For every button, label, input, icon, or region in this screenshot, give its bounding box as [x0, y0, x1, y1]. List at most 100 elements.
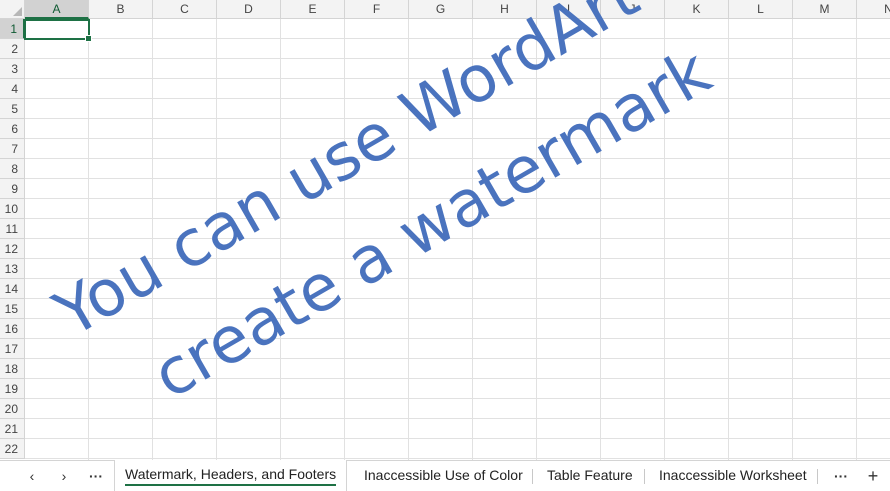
row-gridline: [25, 278, 890, 279]
row-gridline: [25, 438, 890, 439]
column-header-j[interactable]: J: [601, 0, 665, 19]
tab-separator: [532, 469, 533, 484]
column-header-e[interactable]: E: [281, 0, 345, 19]
tab-separator: [644, 469, 645, 484]
plus-icon: +: [867, 466, 879, 486]
row-header-15[interactable]: 15: [0, 299, 25, 319]
column-gridline: [600, 19, 601, 460]
sheet-tab-bar: ‹ › ··· Watermark, Headers, and Footers …: [0, 460, 890, 491]
row-header-5[interactable]: 5: [0, 99, 25, 119]
row-header-18[interactable]: 18: [0, 359, 25, 379]
column-gridline: [472, 19, 473, 460]
row-gridline: [25, 178, 890, 179]
row-gridline: [25, 318, 890, 319]
row-header-14[interactable]: 14: [0, 279, 25, 299]
more-tabs-left-button[interactable]: ···: [84, 465, 108, 487]
row-header-7[interactable]: 7: [0, 139, 25, 159]
row-gridline: [25, 158, 890, 159]
row-header-13[interactable]: 13: [0, 259, 25, 279]
wordart-line-1: You can use WordArt to: [42, 0, 724, 352]
row-header-22[interactable]: 22: [0, 439, 25, 459]
row-gridline: [25, 118, 890, 119]
row-header-8[interactable]: 8: [0, 159, 25, 179]
column-header-f[interactable]: F: [345, 0, 409, 19]
tab-inaccessible-worksheet[interactable]: Inaccessible Worksheet: [649, 461, 817, 491]
tab-label: Inaccessible Worksheet: [659, 467, 807, 483]
row-gridline: [25, 78, 890, 79]
ellipsis-icon: ···: [89, 468, 103, 484]
tab-label: Watermark, Headers, and Footers: [125, 466, 337, 482]
row-header-9[interactable]: 9: [0, 179, 25, 199]
row-header-12[interactable]: 12: [0, 239, 25, 259]
row-gridline: [25, 338, 890, 339]
chevron-left-icon: ‹: [29, 468, 35, 484]
column-gridline: [728, 19, 729, 460]
tab-separator: [817, 469, 818, 484]
column-header-a[interactable]: A: [25, 0, 89, 19]
select-all-triangle-icon: [13, 7, 22, 16]
column-gridline: [536, 19, 537, 460]
row-header-4[interactable]: 4: [0, 79, 25, 99]
column-header-b[interactable]: B: [89, 0, 153, 19]
row-gridline: [25, 38, 890, 39]
column-header-l[interactable]: L: [729, 0, 793, 19]
spreadsheet-grid[interactable]: ABCDEFGHIJKLMN 1 2 3 4 5 6 7 8 9 10 11 12 13 14 15 16 17…: [0, 0, 890, 460]
row-gridline: [25, 358, 890, 359]
column-gridline: [408, 19, 409, 460]
tab-label: Table Feature: [547, 467, 633, 483]
column-gridline: [216, 19, 217, 460]
row-gridline: [25, 98, 890, 99]
column-gridline: [344, 19, 345, 460]
column-header-m[interactable]: M: [793, 0, 857, 19]
row-header-17[interactable]: 17: [0, 339, 25, 359]
row-header-21[interactable]: 21: [0, 419, 25, 439]
row-header-3[interactable]: 3: [0, 59, 25, 79]
tab-watermark-headers-footers[interactable]: Watermark, Headers, and Footers: [114, 460, 348, 491]
row-gridline: [25, 418, 890, 419]
add-sheet-button[interactable]: +: [861, 465, 885, 487]
row-header-11[interactable]: 11: [0, 219, 25, 239]
row-gridline: [25, 218, 890, 219]
column-header-c[interactable]: C: [153, 0, 217, 19]
row-gridline: [25, 398, 890, 399]
row-gridline: [25, 258, 890, 259]
row-header-6[interactable]: 6: [0, 119, 25, 139]
row-header-1[interactable]: 1: [0, 19, 25, 39]
more-tabs-right-button[interactable]: ···: [829, 465, 853, 487]
tab-label: Inaccessible Use of Color: [364, 467, 523, 483]
column-header-d[interactable]: D: [217, 0, 281, 19]
column-header-k[interactable]: K: [665, 0, 729, 19]
scroll-tabs-right-button[interactable]: ›: [52, 465, 76, 487]
column-gridline: [280, 19, 281, 460]
fill-handle[interactable]: [85, 35, 92, 42]
row-header-16[interactable]: 16: [0, 319, 25, 339]
row-gridline: [25, 458, 890, 459]
selected-cell-a1[interactable]: [24, 19, 92, 42]
scroll-tabs-left-button[interactable]: ‹: [20, 465, 44, 487]
row-gridline: [25, 298, 890, 299]
row-header-2[interactable]: 2: [0, 39, 25, 59]
column-header-h[interactable]: H: [473, 0, 537, 19]
wordart-watermark: You can use WordArt to create a watermar…: [42, 0, 724, 414]
row-header-10[interactable]: 10: [0, 199, 25, 219]
row-gridline: [25, 138, 890, 139]
column-gridline: [152, 19, 153, 460]
row-header-19[interactable]: 19: [0, 379, 25, 399]
row-gridline: [25, 378, 890, 379]
row-gridline: [25, 58, 890, 59]
column-header-n[interactable]: N: [857, 0, 890, 19]
column-header-g[interactable]: G: [409, 0, 473, 19]
chevron-right-icon: ›: [61, 468, 67, 484]
column-gridline: [664, 19, 665, 460]
select-all-corner[interactable]: [0, 0, 25, 19]
column-gridline: [88, 19, 89, 460]
row-gridline: [25, 198, 890, 199]
column-gridline: [856, 19, 857, 460]
column-header-i[interactable]: I: [537, 0, 601, 19]
tab-inaccessible-use-of-color[interactable]: Inaccessible Use of Color: [354, 461, 533, 491]
row-gridline: [25, 238, 890, 239]
active-tab-underline: [125, 484, 337, 486]
row-header-20[interactable]: 20: [0, 399, 25, 419]
tab-table-feature[interactable]: Table Feature: [537, 461, 643, 491]
column-gridline: [792, 19, 793, 460]
